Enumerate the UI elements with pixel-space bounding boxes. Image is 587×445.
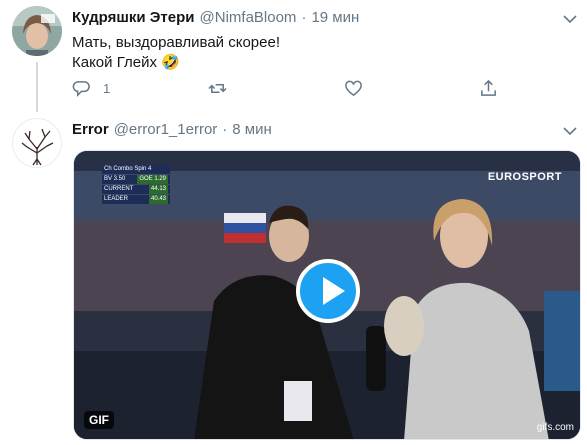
- scoreboard-label: Ch Combo Spin 4: [104, 166, 152, 172]
- gif-media[interactable]: Ch Combo Spin 4 BV 3.50 GOE 1.29 CURRENT 4…: [73, 150, 581, 440]
- share-icon: [481, 79, 496, 96]
- scoreboard-label: LEADER: [104, 196, 129, 202]
- tweet-error[interactable]: Error @error1_1error · 8 мин Ch Combo Sp…: [0, 112, 587, 445]
- scoreboard-value: 44.13: [148, 185, 168, 194]
- scoreboard-value: 40.43: [148, 195, 168, 204]
- scoreboard-row: LEADER 40.43: [102, 195, 170, 204]
- retweet-button[interactable]: [208, 78, 227, 98]
- tweet-text-line: Мать, выздоравливай скорее!: [72, 34, 280, 51]
- like-button[interactable]: [344, 78, 363, 98]
- tweet-text-line: Какой Глейх 🤣: [72, 54, 180, 71]
- chevron-down-icon[interactable]: [561, 10, 579, 28]
- scoreboard-value: GOE 1.29: [137, 175, 168, 184]
- author-handle[interactable]: @NimfaBloom: [200, 9, 297, 26]
- tweet-time[interactable]: 19 мин: [311, 9, 359, 26]
- separator-dot: ·: [222, 121, 228, 138]
- author-name[interactable]: Кудряшки Этери: [72, 9, 195, 26]
- tweet-nimfabloom[interactable]: Кудряшки Этери @NimfaBloom · 19 мин Мать…: [0, 0, 587, 112]
- play-button[interactable]: [296, 259, 360, 323]
- tweet-header: Error @error1_1error · 8 мин: [72, 121, 272, 138]
- author-handle[interactable]: @error1_1error: [114, 121, 218, 138]
- scoreboard-label: CURRENT: [104, 186, 134, 192]
- author-name[interactable]: Error: [72, 121, 109, 138]
- avatar-error[interactable]: [12, 118, 62, 168]
- tweet-actions: 1: [72, 78, 502, 100]
- scoreboard-row: BV 3.50 GOE 1.29: [102, 175, 170, 184]
- share-button[interactable]: [479, 78, 498, 98]
- scoreboard-label: BV 3.50: [104, 176, 126, 182]
- scoreboard-row: CURRENT 44.13: [102, 185, 170, 194]
- reply-count: 1: [103, 80, 111, 96]
- scoreboard: Ch Combo Spin 4 BV 3.50 GOE 1.29 CURRENT 4…: [102, 165, 170, 205]
- gif-badge: GIF: [84, 411, 114, 429]
- gif-watermark: gifs.com: [536, 422, 574, 433]
- chevron-down-icon[interactable]: [561, 122, 579, 140]
- tweet-text: Мать, выздоравливай скорее! Какой Глейх …: [72, 33, 280, 73]
- avatar-nimfabloom[interactable]: [12, 6, 62, 56]
- thread-line: [36, 62, 38, 112]
- broadcaster-logo: EUROSPORT: [487, 171, 562, 183]
- heart-icon: [345, 80, 362, 96]
- separator-dot: ·: [301, 9, 307, 26]
- tweet-header: Кудряшки Этери @NimfaBloom · 19 мин: [72, 9, 359, 26]
- tweet-time[interactable]: 8 мин: [232, 121, 272, 138]
- scoreboard-row: Ch Combo Spin 4: [102, 165, 170, 174]
- reply-button[interactable]: 1: [72, 78, 110, 98]
- retweet-icon: [208, 83, 227, 93]
- reply-icon: [72, 80, 90, 97]
